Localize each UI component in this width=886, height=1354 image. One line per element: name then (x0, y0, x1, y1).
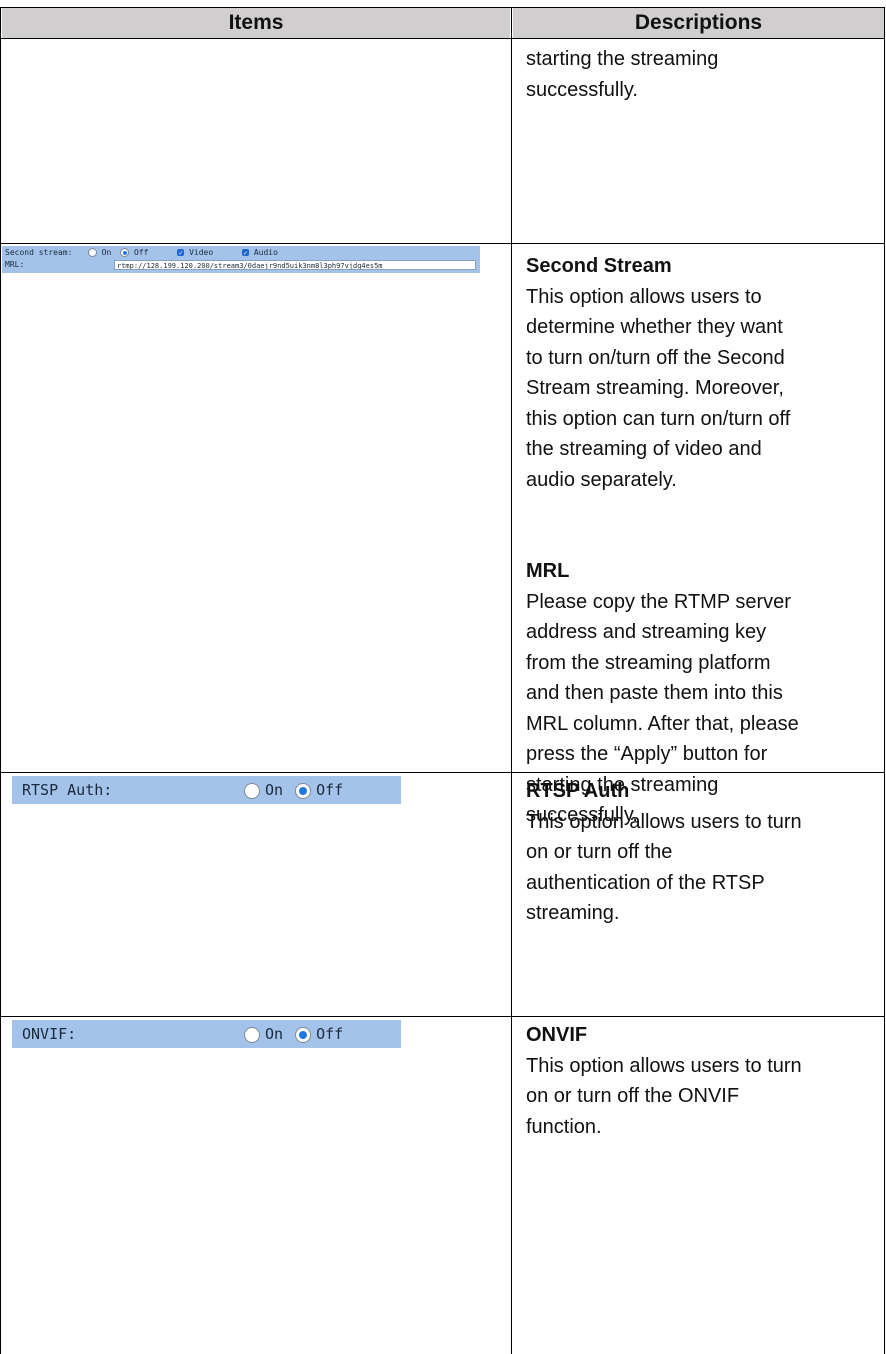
text-line: Stream streaming. Moreover, (526, 377, 784, 399)
on-radio[interactable] (87, 248, 97, 257)
text-line: press the “Apply” button for (526, 743, 768, 765)
off-label: Off (133, 248, 149, 257)
onvif-label: ONVIF: (22, 1025, 77, 1043)
video-label: Video (189, 248, 214, 257)
second-stream-title: Second Stream (526, 255, 672, 277)
settings-table: Items Descriptions starting the streamin… (0, 0, 885, 1354)
rtsp-on-label: On (265, 781, 284, 799)
column-divider (511, 7, 512, 1354)
text-line: on or turn off the ONVIF (526, 1085, 740, 1107)
row-divider (0, 243, 885, 244)
rtsp-on-radio[interactable] (244, 782, 260, 799)
text-line: address and streaming key (526, 621, 767, 643)
rtsp-off-label: Off (316, 781, 344, 799)
text-line: to turn on/turn off the Second (526, 346, 785, 369)
text-line: authentication of the RTSP (526, 871, 765, 894)
text-line: Please copy the RTMP server (526, 590, 791, 613)
right-border (884, 7, 885, 1354)
header-top-border (0, 7, 885, 8)
rtsp-auth-label: RTSP Auth: (22, 781, 113, 799)
onvif-off-label: Off (316, 1025, 344, 1043)
rtsp-auth-options: On Off (244, 780, 343, 800)
mrl-row: MRL: (5, 259, 24, 271)
mrl-title: MRL (526, 560, 570, 582)
mrl-label: MRL: (5, 260, 25, 269)
text-line: on or turn off the (526, 841, 673, 863)
onvif-panel: ONVIF: On Off (12, 1020, 401, 1048)
second-stream-description: Second Stream This option allows users t… (526, 251, 871, 831)
rtsp-auth-title: RTSP Auth (526, 780, 630, 802)
onvif-options: On Off (244, 1024, 343, 1044)
row-divider (0, 1016, 885, 1017)
text-line: the streaming of video and (526, 438, 762, 460)
text-line: streaming. (526, 902, 620, 924)
header-bottom-border (0, 38, 885, 39)
text-line: This option allows users to turn (526, 810, 802, 833)
rtsp-auth-description: RTSP Auth This option allows users to tu… (526, 776, 871, 929)
row0-description: starting the streaming successfully. (526, 44, 871, 105)
onvif-on-radio[interactable] (244, 1026, 260, 1043)
onvif-on-label: On (265, 1025, 284, 1043)
text-line: MRL column. After that, please (526, 712, 799, 735)
on-label: On (101, 248, 112, 257)
onvif-off-radio[interactable] (295, 1026, 312, 1043)
onvif-title: ONVIF (526, 1024, 588, 1046)
off-radio[interactable] (120, 248, 130, 257)
second-stream-row: Second stream: On Off Video Audio (5, 247, 278, 260)
text-line: audio separately. (526, 468, 677, 491)
text-line: from the streaming platform (526, 651, 771, 674)
header-items: Items (2, 8, 510, 38)
text-line: starting the streaming (526, 48, 719, 70)
text-line: This option allows users to turn (526, 1054, 802, 1077)
audio-label: Audio (253, 248, 278, 257)
rtsp-auth-panel: RTSP Auth: On Off (12, 776, 401, 804)
text-line: this option can turn on/turn off (526, 407, 791, 430)
mrl-input[interactable]: rtmp://128.199.120.200/stream3/0daejr9nd… (114, 260, 476, 270)
second-stream-label: Second stream: (5, 248, 73, 257)
text-line: function. (526, 1115, 602, 1138)
text-line: determine whether they want (526, 316, 783, 338)
text-line: successfully. (526, 78, 638, 101)
onvif-description: ONVIF This option allows users to turn o… (526, 1020, 871, 1142)
left-border (0, 7, 1, 1354)
header-descriptions: Descriptions (513, 8, 884, 38)
video-checkbox[interactable] (177, 248, 185, 260)
text-line: and then paste them into this (526, 682, 783, 704)
audio-checkbox[interactable] (241, 248, 249, 260)
second-stream-panel: Second stream: On Off Video Audio MRL: r… (2, 246, 480, 273)
text-line: This option allows users to (526, 285, 762, 308)
rtsp-off-radio[interactable] (295, 782, 312, 799)
